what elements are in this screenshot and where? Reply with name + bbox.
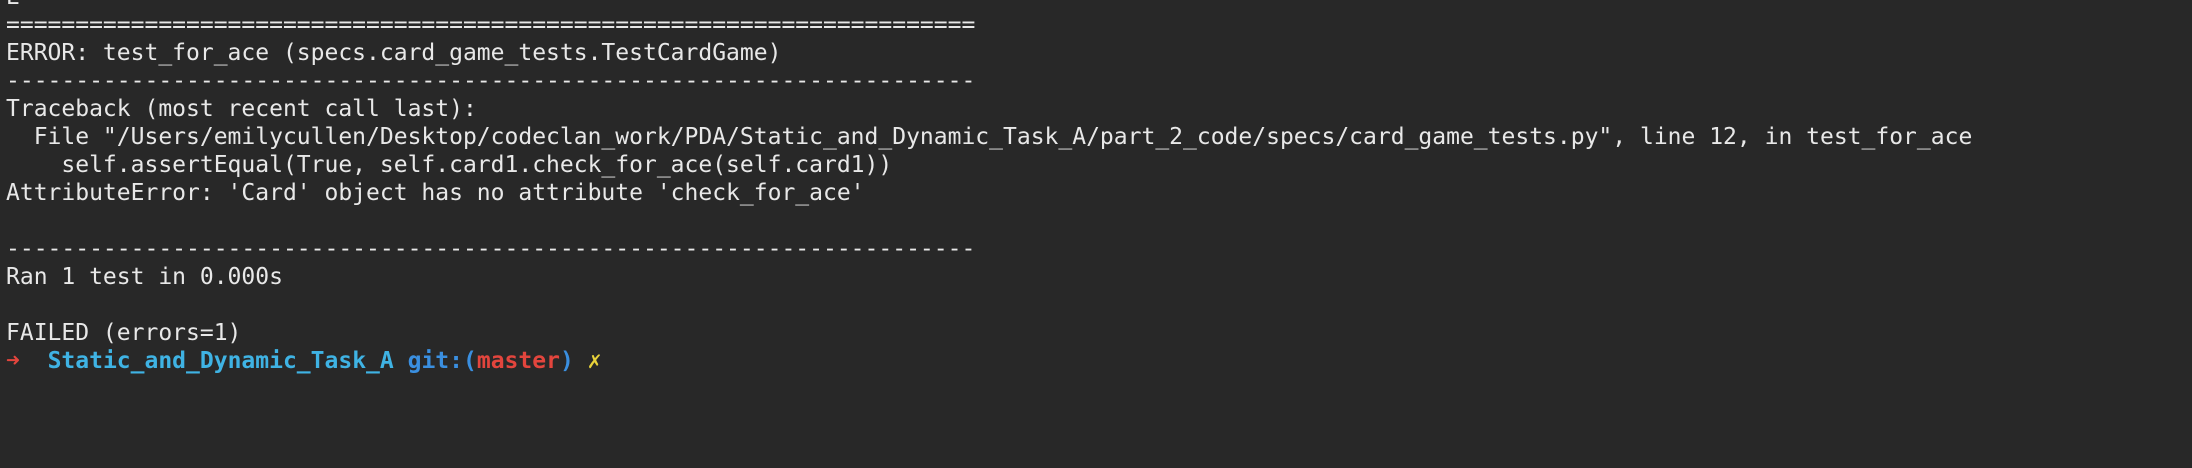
shell-prompt[interactable]: ➜ Static_and_Dynamic_Task_A git:(master)…: [6, 347, 2192, 375]
prompt-paren-open: (: [463, 348, 477, 374]
error-line: ERROR: test_for_ace (specs.card_game_tes…: [6, 40, 782, 66]
prompt-directory: Static_and_Dynamic_Task_A: [47, 348, 394, 374]
traceback-header: Traceback (most recent call last):: [6, 96, 477, 122]
failed-line: FAILED (errors=1): [6, 320, 242, 346]
prompt-branch: master: [476, 348, 560, 374]
dirty-marker-icon: ✗: [587, 348, 602, 374]
traceback-file-line: File "/Users/emilycullen/Desktop/codecla…: [6, 124, 1973, 150]
clipped-output-line: E: [6, 0, 2192, 11]
separator-double: ========================================…: [6, 12, 976, 38]
prompt-git-label: git:: [407, 348, 463, 374]
terminal-window[interactable]: E ======================================…: [0, 0, 2192, 468]
exception-line: AttributeError: 'Card' object has no att…: [6, 180, 865, 206]
prompt-paren-close: ): [559, 348, 574, 374]
test-summary-line: Ran 1 test in 0.000s: [6, 264, 283, 290]
separator-single: ----------------------------------------…: [6, 68, 976, 94]
prompt-arrow-icon: ➜: [6, 348, 20, 374]
separator-bottom: ----------------------------------------…: [6, 236, 976, 262]
traceback-code-line: self.assertEqual(True, self.card1.check_…: [6, 152, 893, 178]
